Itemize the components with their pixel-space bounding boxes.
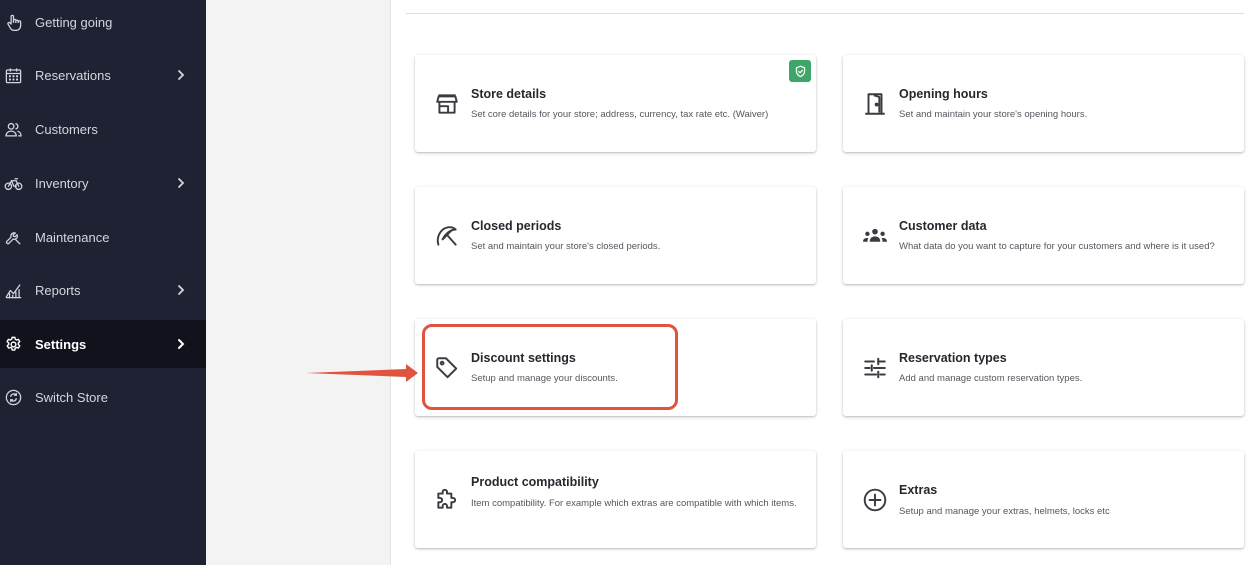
card-title: Product compatibility — [471, 475, 599, 489]
card-discount-settings[interactable]: Discount settings Setup and manage your … — [415, 319, 816, 416]
tag-icon — [433, 354, 461, 382]
sidebar-item-inventory[interactable]: Inventory — [0, 159, 206, 207]
card-title: Closed periods — [471, 219, 562, 233]
content-gutter — [206, 0, 391, 565]
sidebar-item-label: Settings — [35, 336, 87, 352]
sidebar-item-label: Switch Store — [35, 389, 108, 405]
chevron-right-icon — [175, 338, 187, 350]
sidebar-item-getting-going[interactable]: Getting going — [0, 0, 206, 46]
sidebar-item-settings[interactable]: Settings — [0, 320, 206, 368]
app-root: Getting going Reservations Customers Inv… — [0, 0, 1257, 565]
card-title: Reservation types — [899, 351, 1007, 365]
card-description: Setup and manage your discounts. — [471, 373, 618, 384]
card-store-details[interactable]: Store details Set core details for your … — [415, 55, 816, 152]
card-extras[interactable]: Extras Setup and manage your extras, hel… — [843, 451, 1244, 548]
groups-icon — [861, 222, 889, 250]
sidebar-item-customers[interactable]: Customers — [0, 105, 206, 153]
beach-umbrella-off-icon — [433, 222, 461, 250]
card-description: Add and manage custom reservation types. — [899, 373, 1083, 384]
card-product-compatibility[interactable]: Product compatibility Item compatibility… — [415, 451, 816, 548]
card-title: Discount settings — [471, 351, 576, 365]
sidebar-item-switch-store[interactable]: Switch Store — [0, 373, 206, 421]
store-icon — [433, 90, 461, 118]
plus-circle-icon — [861, 486, 889, 514]
sidebar-item-label: Getting going — [35, 14, 113, 30]
users-icon — [3, 119, 23, 139]
card-opening-hours[interactable]: Opening hours Set and maintain your stor… — [843, 55, 1244, 152]
shield-check-icon — [789, 60, 811, 82]
card-title: Store details — [471, 87, 547, 101]
sidebar-item-reservations[interactable]: Reservations — [0, 51, 206, 99]
card-description: Setup and manage your extras, helmets, l… — [899, 506, 1110, 517]
card-description: What data do you want to capture for you… — [899, 241, 1215, 252]
sidebar-item-label: Reports — [35, 282, 81, 298]
chevron-right-icon — [175, 177, 187, 189]
divider — [406, 13, 1244, 14]
bicycle-icon — [3, 173, 23, 193]
card-description: Item compatibility. For example which ex… — [471, 498, 797, 509]
card-title: Extras — [899, 483, 938, 497]
chevron-right-icon — [175, 284, 187, 296]
card-customer-data[interactable]: Customer data What data do you want to c… — [843, 187, 1244, 284]
card-title: Customer data — [899, 219, 987, 233]
card-description: Set core details for your store; address… — [471, 109, 769, 120]
gear-icon — [3, 334, 23, 354]
chevron-right-icon — [175, 69, 187, 81]
sidebar-item-label: Maintenance — [35, 229, 110, 245]
card-title: Opening hours — [899, 87, 988, 101]
puzzle-icon — [433, 485, 461, 513]
card-reservation-types[interactable]: Reservation types Add and manage custom … — [843, 319, 1244, 416]
sidebar-item-label: Customers — [35, 121, 98, 137]
switch-icon — [3, 387, 23, 407]
calendar-icon — [3, 65, 23, 85]
sidebar-item-label: Reservations — [35, 67, 111, 83]
arrow-annotation-icon — [306, 364, 418, 382]
card-closed-periods[interactable]: Closed periods Set and maintain your sto… — [415, 187, 816, 284]
sidebar-item-label: Inventory — [35, 175, 89, 191]
sidebar-item-reports[interactable]: Reports — [0, 266, 206, 314]
hand-pointer-icon — [3, 12, 23, 32]
card-description: Set and maintain your store's opening ho… — [899, 109, 1088, 120]
sidebar: Getting going Reservations Customers Inv… — [0, 0, 206, 565]
chart-icon — [3, 280, 23, 300]
wrench-icon — [3, 227, 23, 247]
sidebar-item-maintenance[interactable]: Maintenance — [0, 213, 206, 261]
sliders-icon — [861, 354, 889, 382]
door-icon — [861, 90, 889, 118]
card-description: Set and maintain your store's closed per… — [471, 241, 661, 252]
